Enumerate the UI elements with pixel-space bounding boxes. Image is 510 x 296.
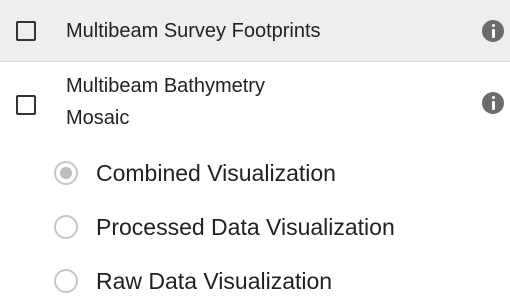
layer-row-bathymetry-mosaic[interactable]: Multibeam Bathymetry Mosaic — [0, 62, 510, 146]
info-icon[interactable] — [482, 92, 504, 114]
radio-option-processed[interactable]: Processed Data Visualization — [0, 200, 510, 254]
radio-option-raw[interactable]: Raw Data Visualization — [0, 254, 510, 296]
layer-row-survey-footprints[interactable]: Multibeam Survey Footprints — [0, 0, 510, 62]
info-icon[interactable] — [482, 20, 504, 42]
radio-label-processed: Processed Data Visualization — [96, 214, 395, 240]
radio-option-combined[interactable]: Combined Visualization — [0, 146, 510, 200]
radio-button-combined[interactable] — [54, 161, 78, 185]
layer-checkbox-survey-footprints[interactable] — [16, 21, 36, 41]
layer-label-bathymetry-mosaic: Multibeam Bathymetry Mosaic — [66, 75, 265, 129]
layer-list-panel: Multibeam Survey Footprints Multibeam Ba… — [0, 0, 510, 296]
radio-label-combined: Combined Visualization — [96, 160, 336, 186]
layer-label-survey-footprints: Multibeam Survey Footprints — [66, 20, 321, 42]
radio-button-raw[interactable] — [54, 269, 78, 293]
layer-checkbox-bathymetry-mosaic[interactable] — [16, 95, 36, 115]
radio-button-processed[interactable] — [54, 215, 78, 239]
radio-label-raw: Raw Data Visualization — [96, 268, 333, 294]
